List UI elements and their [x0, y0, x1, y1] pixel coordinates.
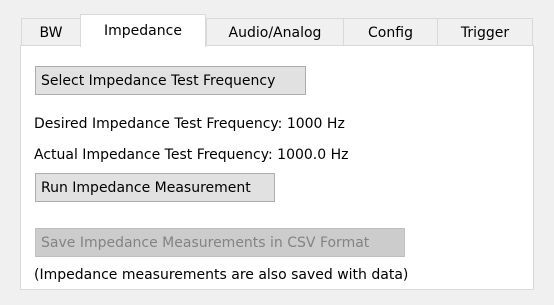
- impedance-panel: Select Impedance Test Frequency Desired …: [20, 45, 534, 290]
- tab-impedance-label: Impedance: [104, 23, 182, 39]
- select-impedance-frequency-button[interactable]: Select Impedance Test Frequency: [35, 66, 306, 95]
- tab-bw-label: BW: [39, 24, 63, 41]
- tab-audio-analog-label: Audio/Analog: [228, 24, 322, 41]
- tab-bar: BW Impedance Audio/Analog Config Trigger: [20, 14, 534, 47]
- impedance-save-note: (Impedance measurements are also saved w…: [34, 267, 409, 283]
- tab-config-label: Config: [368, 24, 413, 41]
- tab-impedance[interactable]: Impedance: [80, 14, 206, 47]
- tab-trigger[interactable]: Trigger: [437, 18, 533, 46]
- run-impedance-measurement-button[interactable]: Run Impedance Measurement: [35, 173, 275, 202]
- desired-frequency-label: Desired Impedance Test Frequency: 1000 H…: [34, 116, 345, 132]
- tab-config[interactable]: Config: [343, 18, 438, 46]
- tab-bw[interactable]: BW: [21, 18, 81, 46]
- actual-frequency-label: Actual Impedance Test Frequency: 1000.0 …: [34, 147, 349, 163]
- tab-audio-analog[interactable]: Audio/Analog: [206, 18, 344, 46]
- tab-trigger-label: Trigger: [460, 24, 510, 41]
- save-csv-button[interactable]: Save Impedance Measurements in CSV Forma…: [35, 228, 405, 257]
- settings-window: BW Impedance Audio/Analog Config Trigger…: [0, 0, 554, 305]
